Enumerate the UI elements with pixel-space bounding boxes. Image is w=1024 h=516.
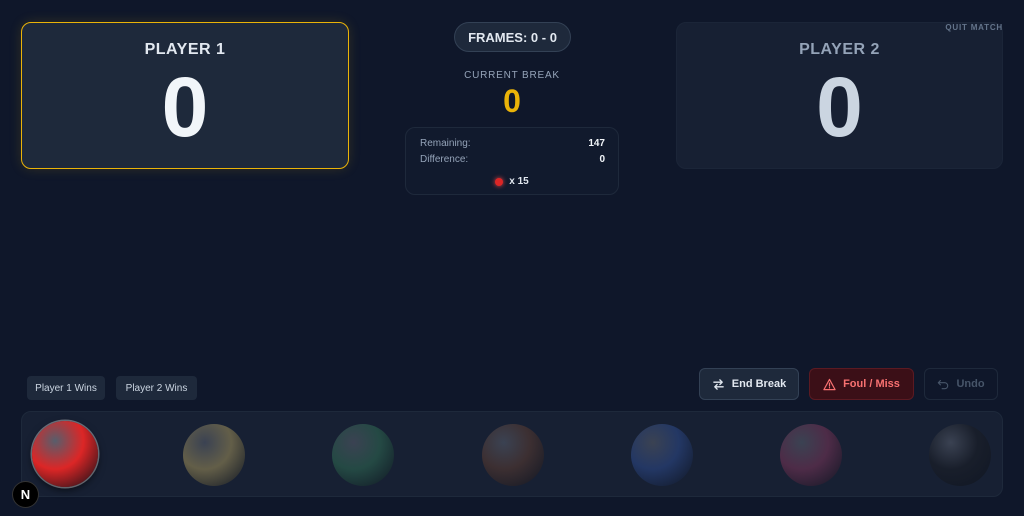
red-ball-button[interactable] [32,421,98,487]
foul-miss-button[interactable]: Foul / Miss [809,368,914,400]
pink-ball-button[interactable] [780,424,842,486]
green-ball-button[interactable] [332,424,394,486]
swap-arrows-icon [712,378,724,390]
remaining-label: Remaining: [420,138,471,149]
blue-ball-button[interactable] [631,424,693,486]
player-2-wins-button[interactable]: Player 2 Wins [116,376,197,400]
difference-row: Difference: 0 [420,154,605,165]
undo-icon [938,380,949,390]
stats-box: Remaining: 147 Difference: 0 x 15 [405,127,619,195]
undo-button[interactable]: Undo [924,368,998,400]
player-1-panel: PLAYER 1 0 [21,22,349,169]
reds-remaining: x 15 [406,176,618,187]
quit-match-button[interactable]: QUIT MATCH [945,23,1003,32]
player-1-score: 0 [161,60,209,154]
player-1-wins-button[interactable]: Player 1 Wins [27,376,105,400]
red-ball-icon [495,177,504,186]
reds-count: x 15 [509,176,529,187]
warning-icon [823,378,836,390]
nextjs-dev-badge-icon[interactable]: N [12,481,39,508]
end-break-label: End Break [731,378,787,390]
foul-miss-label: Foul / Miss [843,378,900,390]
player-2-name: PLAYER 2 [799,41,880,58]
current-break-value: 0 [503,83,521,119]
current-break-label: CURRENT BREAK [464,70,560,81]
end-break-button[interactable]: End Break [699,368,799,400]
difference-label: Difference: [420,154,469,165]
player-2-score: 0 [816,60,863,154]
undo-label: Undo [956,378,985,390]
remaining-row: Remaining: 147 [420,138,605,149]
frames-badge: FRAMES: 0 - 0 [454,22,571,52]
player-1-name: PLAYER 1 [144,41,226,58]
player-2-panel: PLAYER 2 0 [676,22,1003,169]
difference-value: 0 [599,154,605,165]
brown-ball-button[interactable] [482,424,544,486]
remaining-value: 147 [588,138,605,149]
black-ball-button[interactable] [929,424,991,486]
yellow-ball-button[interactable] [183,424,245,486]
ball-tray [21,411,1003,497]
